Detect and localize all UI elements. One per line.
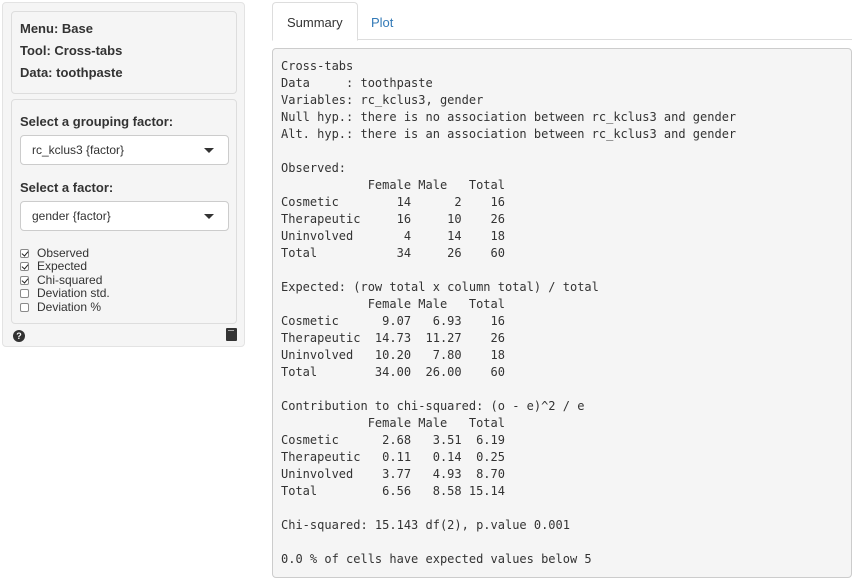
checkbox-expected[interactable]: Expected (20, 260, 87, 273)
output-line: Uninvolved 3.77 4.93 8.70 (281, 467, 505, 481)
caret-down-icon (204, 148, 214, 153)
output-line: Cosmetic 2.68 3.51 6.19 (281, 433, 505, 447)
output-line: Uninvolved 4 14 18 (281, 229, 505, 243)
checkbox-deviation-std-box[interactable] (20, 289, 29, 298)
checkbox-deviation-pct-label: Deviation % (37, 300, 102, 314)
tab-plot[interactable]: Plot (356, 2, 408, 41)
output-line: Female Male Total (281, 416, 505, 430)
data-info: Data: toothpaste (20, 65, 123, 80)
options-panel: Select a grouping factor: rc_kclus3 {fac… (11, 99, 237, 324)
checkbox-deviation-pct[interactable]: Deviation % (20, 301, 101, 314)
output-line: Alt. hyp.: there is an association betwe… (281, 127, 737, 141)
factor-value: gender {factor} (32, 209, 111, 223)
checkbox-deviation-std[interactable]: Deviation std. (20, 287, 110, 300)
caret-down-icon (204, 214, 214, 219)
output-line: Cross-tabs (281, 59, 354, 73)
grouping-factor-value: rc_kclus3 {factor} (32, 143, 125, 157)
tab-bar: Summary Plot (272, 0, 852, 41)
book-icon[interactable] (226, 328, 237, 341)
output-line: Observed: (281, 161, 347, 175)
output-line: 0.0 % of cells have expected values belo… (281, 552, 592, 566)
summary-output: Cross-tabs Data : toothpaste Variables: … (272, 48, 852, 578)
output-line: Cosmetic 14 2 16 (281, 195, 505, 209)
output-line: Chi-squared: 15.143 df(2), p.value 0.001 (281, 518, 570, 532)
tool-info-panel: Menu: Base Tool: Cross-tabs Data: toothp… (11, 11, 237, 94)
output-line: Total 34.00 26.00 60 (281, 365, 505, 379)
checkbox-observed-box[interactable] (20, 249, 29, 258)
output-line: Therapeutic 0.11 0.14 0.25 (281, 450, 505, 464)
grouping-factor-select[interactable]: rc_kclus3 {factor} (20, 135, 229, 165)
output-line: Data : toothpaste (281, 76, 433, 90)
output-line: Null hyp.: there is no association betwe… (281, 110, 737, 124)
output-line: Uninvolved 10.20 7.80 18 (281, 348, 505, 362)
menu-info: Menu: Base (20, 21, 93, 36)
checkbox-expected-label: Expected (37, 259, 88, 273)
question-circle-icon[interactable]: ? (13, 330, 25, 342)
output-line: Total 6.56 8.58 15.14 (281, 484, 505, 498)
output-line: Female Male Total (281, 178, 505, 192)
factor-select[interactable]: gender {factor} (20, 201, 229, 231)
tool-info: Tool: Cross-tabs (20, 43, 123, 58)
output-line: Therapeutic 16 10 26 (281, 212, 505, 226)
checkbox-expected-box[interactable] (20, 262, 29, 271)
output-line: Therapeutic 14.73 11.27 26 (281, 331, 505, 345)
tab-summary[interactable]: Summary (272, 2, 358, 41)
output-line: Cosmetic 9.07 6.93 16 (281, 314, 505, 328)
output-line: Variables: rc_kclus3, gender (281, 93, 484, 107)
checkbox-deviation-std-label: Deviation std. (37, 286, 110, 300)
summary-output-text: Cross-tabs Data : toothpaste Variables: … (281, 58, 843, 568)
checkbox-deviation-pct-box[interactable] (20, 303, 29, 312)
output-line: Total 34 26 60 (281, 246, 505, 260)
output-line: Expected: (row total x column total) / t… (281, 280, 599, 294)
grouping-factor-label: Select a grouping factor: (20, 114, 174, 129)
checkbox-chi-squared-box[interactable] (20, 276, 29, 285)
output-line: Female Male Total (281, 297, 505, 311)
output-line: Contribution to chi-squared: (o - e)^2 /… (281, 399, 585, 413)
factor-label: Select a factor: (20, 180, 114, 195)
sidebar-panel: Menu: Base Tool: Cross-tabs Data: toothp… (2, 2, 245, 347)
